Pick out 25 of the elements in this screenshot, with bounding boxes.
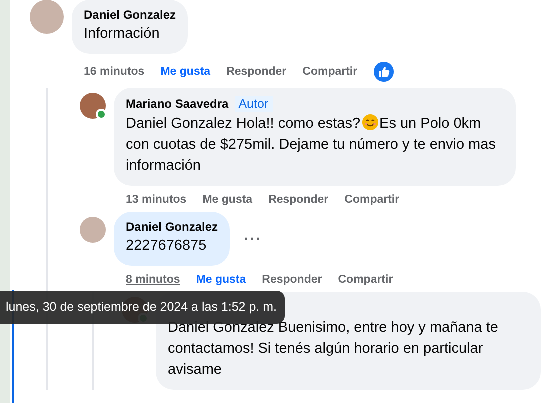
author-name[interactable]: Daniel Gonzalez bbox=[126, 220, 218, 234]
share-link[interactable]: Compartir bbox=[338, 274, 394, 286]
timestamp-link[interactable]: 13 minutos bbox=[126, 194, 187, 206]
reply-link[interactable]: Responder bbox=[226, 66, 287, 78]
more-options-button[interactable]: ··· bbox=[244, 230, 262, 248]
author-badge: Autor bbox=[234, 96, 273, 112]
author-name[interactable]: Daniel Gonzalez bbox=[84, 8, 176, 22]
comment-text: Daniel Gonzalez Hola!! como estas? Es un Polo 0km con cuotas de $275mil. Dejame tu número y te envio mas información bbox=[126, 114, 497, 176]
timestamp-link[interactable]: 16 minutos bbox=[84, 66, 145, 78]
avatar[interactable] bbox=[30, 0, 64, 34]
like-link[interactable]: Me gusta bbox=[196, 274, 246, 286]
avatar[interactable] bbox=[80, 217, 106, 243]
comment-text: Información bbox=[84, 25, 161, 44]
reply-link[interactable]: Responder bbox=[268, 194, 329, 206]
share-link[interactable]: Compartir bbox=[344, 194, 400, 206]
share-link[interactable]: Compartir bbox=[302, 66, 358, 78]
author-name[interactable]: Mariano Saavedra bbox=[126, 97, 229, 111]
avatar[interactable] bbox=[80, 93, 106, 119]
smiley-icon bbox=[362, 114, 379, 131]
like-link[interactable]: Me gusta bbox=[202, 194, 253, 206]
comment-text: 2227676875 bbox=[126, 237, 208, 256]
like-link[interactable]: Me gusta bbox=[160, 66, 211, 78]
reply-link[interactable]: Responder bbox=[262, 274, 322, 286]
timestamp-link[interactable]: 8 minutos bbox=[126, 274, 180, 286]
thumbs-up-icon bbox=[374, 62, 394, 82]
